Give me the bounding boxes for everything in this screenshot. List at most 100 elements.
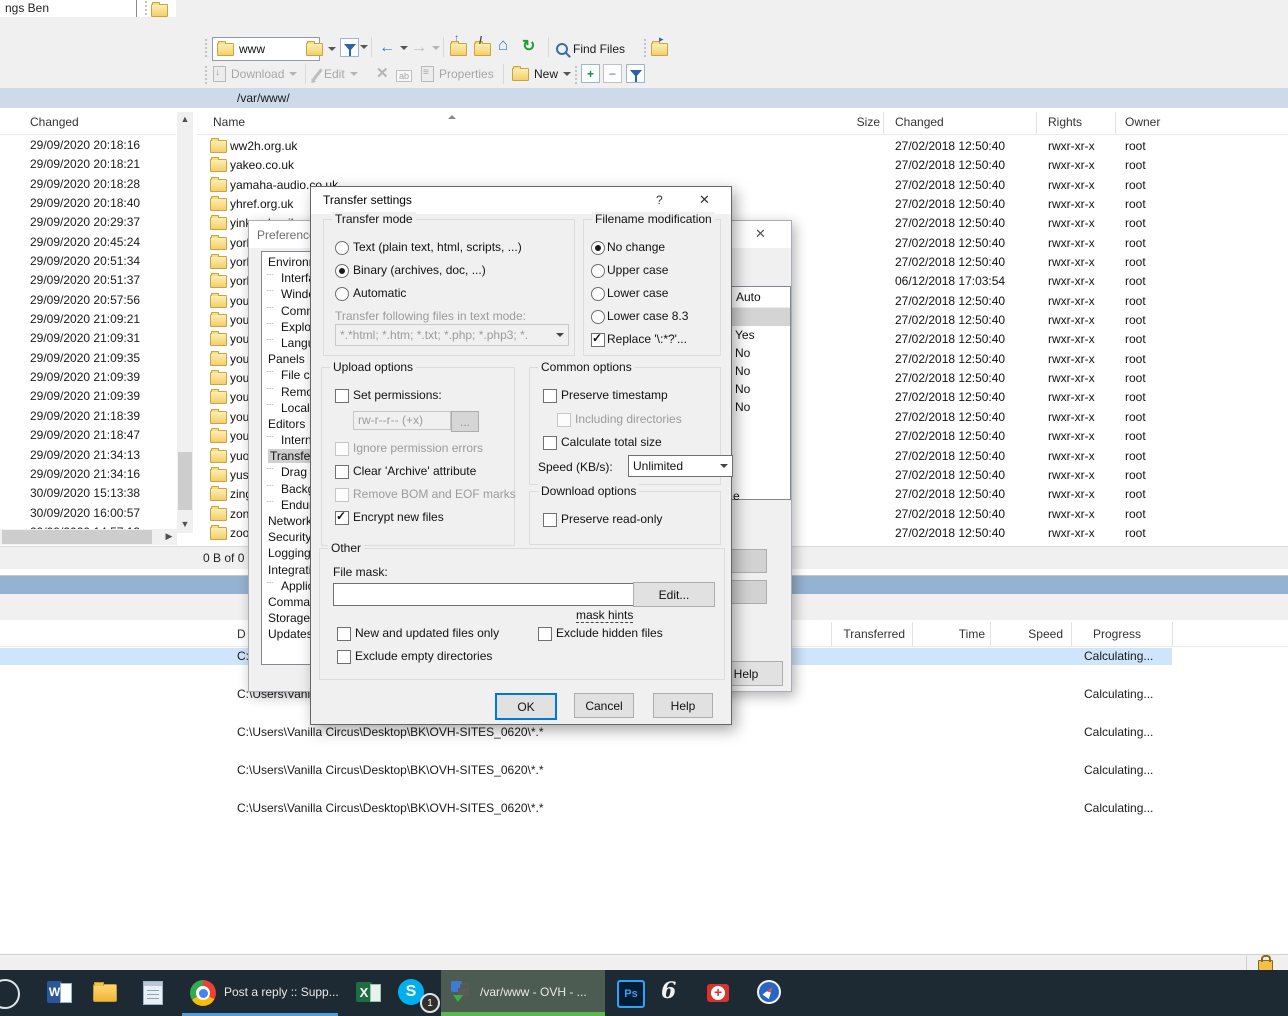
winscp-task-button[interactable]: /var/www - OVH - ... [441, 970, 605, 1016]
radio-no-change[interactable] [591, 241, 605, 255]
skype-icon[interactable]: S 1 [398, 979, 442, 1013]
header-progress[interactable]: Progress [1093, 627, 1141, 641]
local-row[interactable]: 30/09/2020 15:13:38 [0, 484, 176, 503]
chevron-down-icon[interactable] [350, 72, 358, 76]
photoshop-icon[interactable]: Ps [617, 980, 645, 1008]
checkbox-ignore-permission-errors[interactable] [335, 442, 349, 456]
text-mode-mask-combo[interactable]: *.*html; *.htm; *.txt; *.php; *.php3; *. [335, 324, 569, 346]
forward-button[interactable]: → [411, 36, 440, 60]
ok-button[interactable]: OK [495, 693, 557, 720]
local-row[interactable]: 29/09/2020 21:34:16 [0, 465, 176, 484]
help-icon[interactable]: ? [656, 193, 663, 207]
notepad-icon[interactable] [143, 981, 163, 1005]
speed-combo[interactable]: Unlimited [628, 455, 733, 477]
local-row[interactable]: 30/09/2020 16:00:57 [0, 504, 176, 523]
header-rights[interactable]: Rights [1048, 115, 1082, 129]
radio-lower-case-83[interactable] [591, 310, 605, 324]
local-row[interactable]: 29/09/2020 21:09:21 [0, 310, 176, 329]
checkbox-encrypt-new-files[interactable] [335, 511, 349, 525]
delete-button[interactable]: ✕ [376, 61, 389, 85]
chrome-task-button[interactable]: Post a reply :: Supp... [182, 970, 338, 1016]
remove-button[interactable]: − [603, 64, 622, 83]
refresh-button[interactable]: ↻ [522, 34, 535, 58]
local-row[interactable]: 29/09/2020 20:51:34 [0, 252, 176, 271]
local-column-header-changed[interactable]: Changed [0, 112, 176, 135]
header-owner[interactable]: Owner [1125, 115, 1160, 129]
radio-text-mode[interactable] [335, 241, 349, 255]
header-destination-fragment[interactable]: D [237, 627, 246, 641]
remote-row[interactable]: yakeo.co.uk 27/02/2018 12:50:40 rwxr-xr-… [197, 155, 1288, 174]
local-file-list[interactable]: 29/09/2020 20:18:1629/09/2020 20:18:2129… [0, 136, 176, 542]
local-row[interactable]: 29/09/2020 20:51:37 [0, 271, 176, 290]
medkit-icon[interactable] [707, 984, 729, 1002]
queue-row[interactable]: C:\Users\Vanilla Circus\Desktop\BK\OVH-S… [0, 724, 1288, 741]
local-row[interactable]: 29/09/2020 21:18:39 [0, 407, 176, 426]
close-icon[interactable]: ✕ [755, 226, 766, 242]
root-directory-button[interactable]: / [474, 37, 491, 61]
session-icon-button[interactable]: ▸ [651, 37, 668, 61]
mask-hints-link[interactable]: mask hints [576, 608, 633, 623]
checkbox-exclude-empty-dirs[interactable] [337, 650, 351, 664]
parent-directory-button[interactable]: ↑ [450, 37, 467, 61]
radio-upper-case[interactable] [591, 264, 605, 278]
queue-row[interactable]: C:\Users\Vanilla Circus\Desktop\BK\OVH-S… [0, 762, 1288, 779]
back-button[interactable]: ← [379, 36, 408, 60]
permissions-browse-button[interactable]: ... [451, 411, 479, 432]
filter-button[interactable] [340, 38, 359, 57]
local-row[interactable]: 29/09/2020 21:18:47 [0, 426, 176, 445]
file-mask-combo[interactable] [333, 583, 649, 606]
chevron-down-icon[interactable] [328, 47, 336, 51]
local-row[interactable]: 29/09/2020 21:34:13 [0, 446, 176, 465]
download-button[interactable]: Download [213, 62, 297, 86]
scroll-up-icon[interactable]: ▲ [177, 112, 193, 128]
permissions-input[interactable]: rw-r--r-- (+x) [353, 411, 451, 430]
local-row[interactable]: 29/09/2020 20:18:40 [0, 194, 176, 213]
checkbox-clear-archive[interactable] [335, 465, 349, 479]
file-explorer-icon[interactable] [93, 984, 117, 1002]
search-circle-icon[interactable] [0, 979, 20, 1009]
radio-automatic-mode[interactable] [335, 287, 349, 301]
queue-row[interactable]: C:\Users\Vanilla Circus\Desktop\BK\OVH-S… [0, 800, 1288, 817]
local-row[interactable]: 29/09/2020 20:18:21 [0, 155, 176, 174]
word-icon[interactable]: W [47, 981, 62, 1003]
remote-row[interactable]: ww2h.org.uk 27/02/2018 12:50:40 rwxr-xr-… [197, 136, 1288, 155]
local-row[interactable]: 29/09/2020 20:29:37 [0, 213, 176, 232]
local-row[interactable]: 29/09/2020 21:09:31 [0, 329, 176, 348]
properties-button[interactable]: Properties [421, 62, 494, 86]
help-button[interactable]: Help [653, 693, 713, 718]
checkbox-set-permissions[interactable] [335, 389, 349, 403]
close-icon[interactable]: ✕ [699, 192, 710, 208]
cancel-button[interactable]: Cancel [574, 693, 634, 718]
header-time[interactable]: Time [918, 627, 985, 641]
remote-path-bar[interactable]: /var/www/ [0, 88, 1288, 109]
radio-lower-case[interactable] [591, 287, 605, 301]
rename-button[interactable]: ab [396, 64, 412, 88]
filter-toggle-button[interactable] [626, 64, 645, 83]
local-row[interactable]: 29/09/2020 20:18:16 [0, 136, 176, 155]
checkbox-exclude-hidden[interactable] [538, 627, 552, 641]
local-row[interactable]: 29/09/2020 21:09:35 [0, 349, 176, 368]
chevron-down-icon[interactable] [563, 72, 571, 76]
checkbox-preserve-timestamp[interactable] [543, 389, 557, 403]
local-hscrollbar[interactable]: ▶ [0, 529, 177, 545]
chevron-down-icon[interactable] [720, 464, 728, 468]
sort-ascending-icon[interactable] [448, 115, 456, 119]
radio-binary-mode[interactable] [335, 264, 349, 278]
chevron-down-icon[interactable] [360, 45, 368, 49]
local-row[interactable]: 29/09/2020 20:18:28 [0, 175, 176, 194]
header-speed[interactable]: Speed [996, 627, 1063, 641]
excel-icon[interactable]: X [356, 982, 372, 1002]
chevron-down-icon[interactable] [432, 46, 440, 50]
checkbox-calculate-total-size[interactable] [543, 436, 557, 450]
address-combo[interactable]: www [212, 37, 320, 61]
chevron-down-icon[interactable] [289, 72, 297, 76]
local-row[interactable]: 29/09/2020 21:09:39 [0, 368, 176, 387]
scroll-down-icon[interactable]: ▼ [177, 517, 193, 533]
edit-button[interactable]: Edit [316, 62, 358, 86]
scroll-right-icon[interactable]: ▶ [161, 529, 177, 545]
chevron-down-icon[interactable] [400, 46, 408, 50]
checkbox-new-updated-only[interactable] [337, 627, 351, 641]
header-size[interactable]: Size [807, 115, 880, 129]
local-row[interactable]: 29/09/2020 20:57:56 [0, 291, 176, 310]
transfer-settings-titlebar[interactable]: Transfer settings ? ✕ [311, 187, 731, 214]
